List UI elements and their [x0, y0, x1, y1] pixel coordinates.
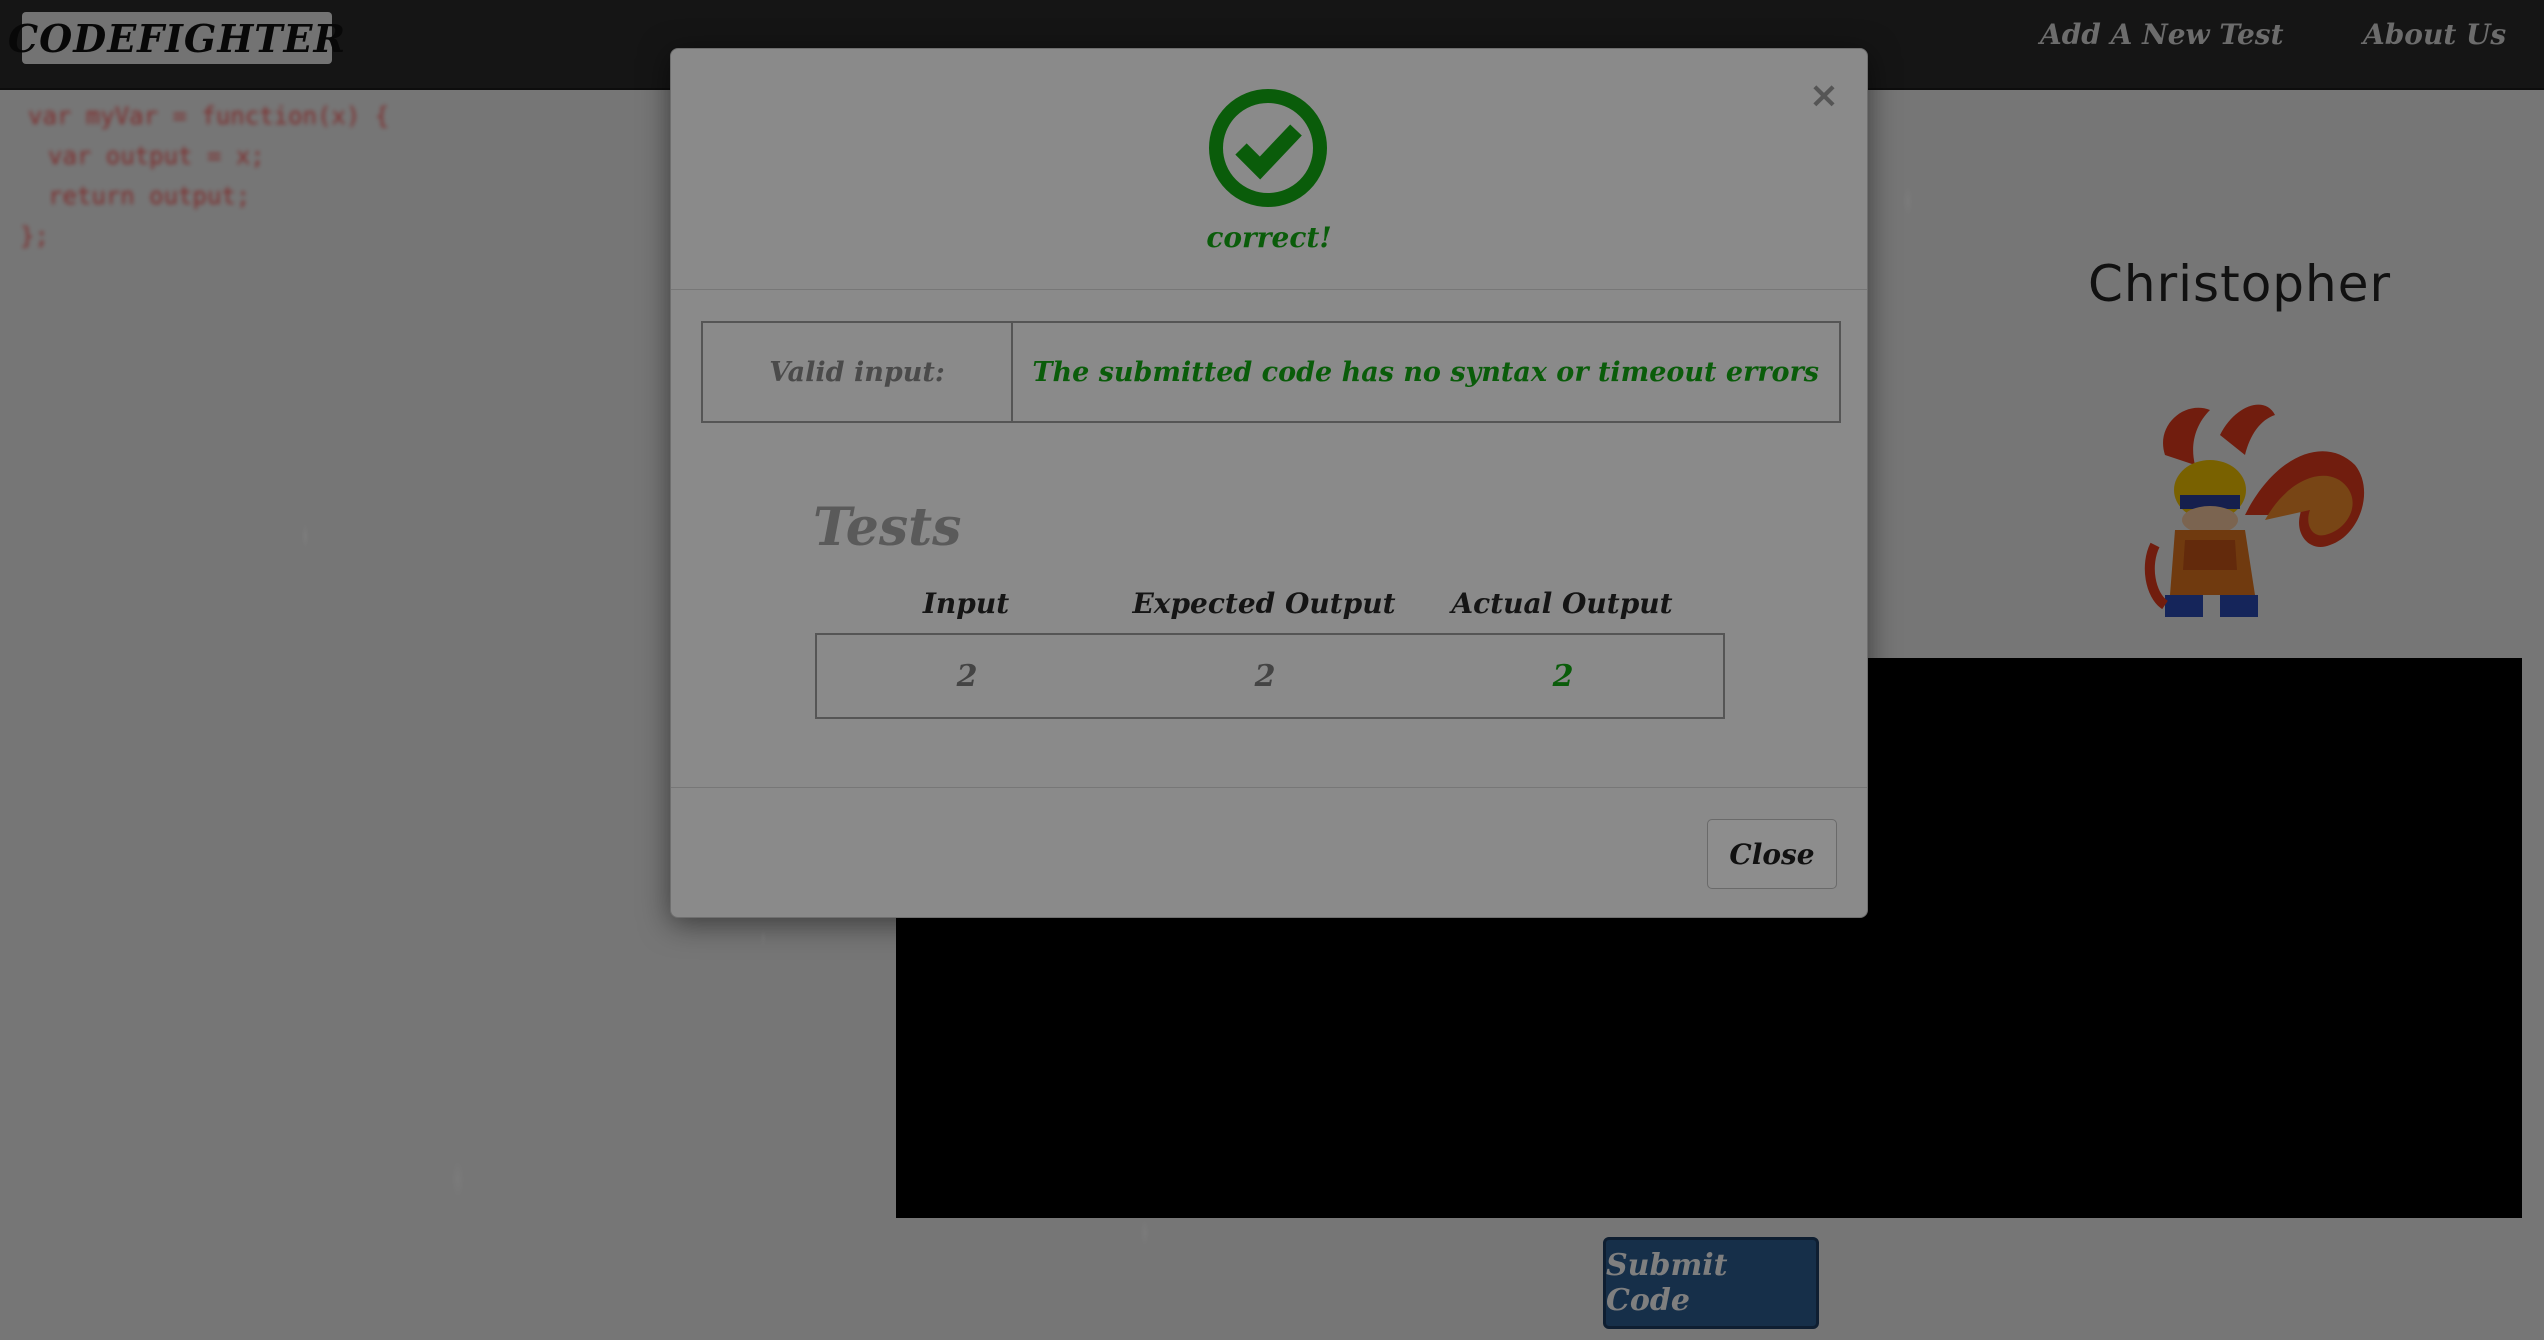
- table-row: 2 2 2: [815, 633, 1725, 719]
- column-header-actual-output: Actual Output: [1451, 587, 1673, 620]
- check-circle-icon: [1209, 89, 1327, 207]
- validity-table: Valid input: The submitted code has no s…: [701, 321, 1841, 423]
- cell-actual-output: 2: [1552, 658, 1574, 694]
- column-header-expected-output: Expected Output: [1132, 587, 1396, 620]
- column-header-input: Input: [922, 587, 1010, 620]
- status-label: correct!: [1206, 221, 1332, 254]
- header-divider: [671, 289, 1867, 290]
- cell-expected-output: 2: [1254, 658, 1276, 694]
- close-button[interactable]: Close: [1707, 819, 1837, 889]
- footer-divider: [671, 787, 1867, 788]
- close-icon[interactable]: ×: [1809, 75, 1839, 116]
- result-modal: × correct! Valid input: The submitted co…: [670, 48, 1868, 918]
- cell-input: 2: [956, 658, 978, 694]
- validity-label: Valid input:: [703, 323, 1013, 421]
- validity-message: The submitted code has no syntax or time…: [1032, 356, 1819, 388]
- tests-heading: Tests: [813, 497, 962, 558]
